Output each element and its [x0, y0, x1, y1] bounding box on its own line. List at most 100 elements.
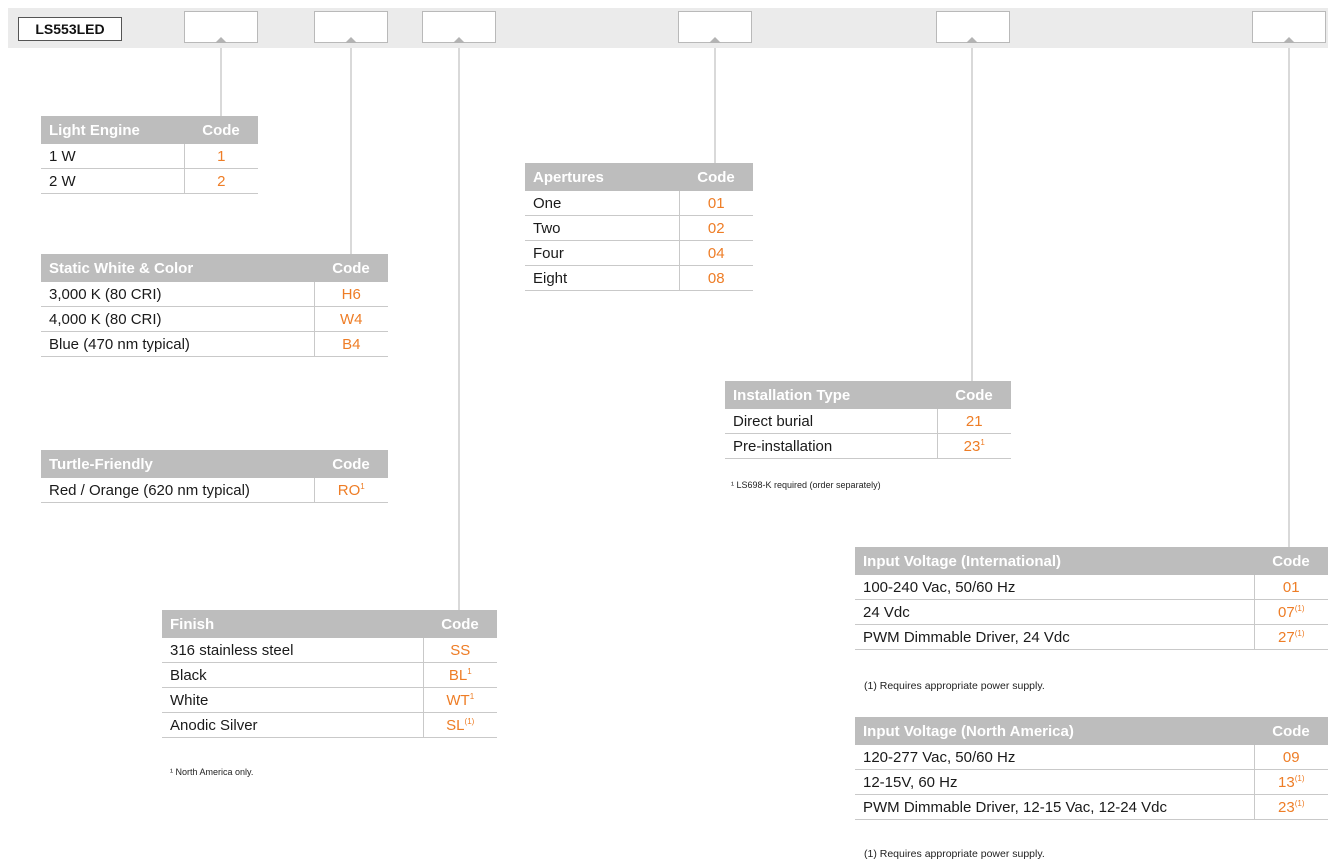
arrow-up-icon	[345, 37, 357, 43]
finish-table: Finish Code 316 stainless steel SS Black…	[162, 610, 497, 738]
column-header: Code	[184, 116, 258, 144]
voltage-north-america-footnote: (1) Requires appropriate power supply.	[864, 848, 1045, 860]
column-header: Code	[314, 450, 388, 478]
option-code: 09	[1253, 745, 1328, 770]
finish-footnote: ¹ North America only.	[170, 767, 254, 777]
option-label: Direct burial	[725, 409, 937, 434]
table-row: 100-240 Vac, 50/60 Hz 01	[855, 575, 1328, 600]
arrow-up-icon	[709, 37, 721, 43]
column-header: Installation Type	[725, 381, 937, 409]
table-row: Black BL1	[162, 662, 497, 688]
table-row: White WT1	[162, 687, 497, 713]
option-label: PWM Dimmable Driver, 12-15 Vac, 12-24 Vd…	[855, 794, 1254, 820]
option-code: RO1	[313, 478, 388, 503]
light-engine-table: Light Engine Code 1 W 1 2 W 2	[41, 116, 258, 194]
option-label: 3,000 K (80 CRI)	[41, 282, 314, 307]
option-label: 316 stainless steel	[162, 638, 423, 663]
table-row: 24 Vdc 07(1)	[855, 599, 1328, 625]
model-number: LS553LED	[18, 17, 122, 41]
table-row: Red / Orange (620 nm typical) RO1	[41, 478, 388, 503]
table-row: Four 04	[525, 240, 753, 266]
table-row: PWM Dimmable Driver, 24 Vdc 27(1)	[855, 624, 1328, 650]
option-label: Pre-installation	[725, 433, 937, 459]
installation-type-table: Installation Type Code Direct burial 21 …	[725, 381, 1011, 459]
option-code: SS	[422, 638, 497, 663]
option-label: 2 W	[41, 168, 184, 194]
table-row: 2 W 2	[41, 168, 258, 194]
option-code: 04	[678, 240, 753, 266]
column-header: Code	[679, 163, 753, 191]
option-label: One	[525, 191, 679, 216]
column-header: Code	[423, 610, 497, 638]
column-header: Code	[1254, 547, 1328, 575]
table-row: 4,000 K (80 CRI) W4	[41, 306, 388, 332]
option-label: PWM Dimmable Driver, 24 Vdc	[855, 624, 1254, 650]
table-row: 316 stainless steel SS	[162, 638, 497, 663]
option-code: 13(1)	[1253, 769, 1328, 795]
option-label: 24 Vdc	[855, 599, 1254, 625]
arrow-up-icon	[453, 37, 465, 43]
table-row: Eight 08	[525, 265, 753, 291]
input-voltage-north-america-table: Input Voltage (North America) Code 120-2…	[855, 717, 1328, 820]
option-code: 23(1)	[1253, 794, 1328, 820]
input-voltage-international-table: Input Voltage (International) Code 100-2…	[855, 547, 1328, 650]
table-row: Two 02	[525, 215, 753, 241]
option-code: 08	[678, 265, 753, 291]
option-code: 27(1)	[1253, 624, 1328, 650]
option-label: Eight	[525, 265, 679, 291]
table-row: Anodic Silver SL(1)	[162, 712, 497, 738]
column-header: Code	[314, 254, 388, 282]
option-code: 02	[678, 215, 753, 241]
option-code: SL(1)	[422, 712, 497, 738]
table-row: 120-277 Vac, 50/60 Hz 09	[855, 745, 1328, 770]
static-white-table: Static White & Color Code 3,000 K (80 CR…	[41, 254, 388, 357]
option-label: Black	[162, 662, 423, 688]
arrow-up-icon	[966, 37, 978, 43]
turtle-friendly-table: Turtle-Friendly Code Red / Orange (620 n…	[41, 450, 388, 503]
option-code: 231	[936, 433, 1011, 459]
installation-footnote: ¹ LS698-K required (order separately)	[731, 480, 881, 490]
option-label: 1 W	[41, 144, 184, 169]
voltage-international-footnote: (1) Requires appropriate power supply.	[864, 680, 1045, 692]
table-row: Direct burial 21	[725, 409, 1011, 434]
option-code: 01	[1253, 575, 1328, 600]
table-row: 1 W 1	[41, 144, 258, 169]
option-code: H6	[313, 282, 388, 307]
arrow-up-icon	[1283, 37, 1295, 43]
table-row: 3,000 K (80 CRI) H6	[41, 282, 388, 307]
table-row: Pre-installation 231	[725, 433, 1011, 459]
apertures-table: Apertures Code One 01 Two 02 Four 04 Eig…	[525, 163, 753, 291]
option-label: Four	[525, 240, 679, 266]
option-code: W4	[313, 306, 388, 332]
table-row: PWM Dimmable Driver, 12-15 Vac, 12-24 Vd…	[855, 794, 1328, 820]
column-header: Static White & Color	[41, 254, 314, 282]
option-code: BL1	[422, 662, 497, 688]
column-header: Code	[1254, 717, 1328, 745]
option-label: 100-240 Vac, 50/60 Hz	[855, 575, 1254, 600]
option-label: Red / Orange (620 nm typical)	[41, 478, 314, 503]
column-header: Input Voltage (North America)	[855, 717, 1254, 745]
option-code: 2	[183, 168, 258, 194]
arrow-up-icon	[215, 37, 227, 43]
column-header: Finish	[162, 610, 423, 638]
table-row: One 01	[525, 191, 753, 216]
option-label: White	[162, 687, 423, 713]
column-header: Code	[937, 381, 1011, 409]
option-label: 12-15V, 60 Hz	[855, 769, 1254, 795]
table-row: Blue (470 nm typical) B4	[41, 331, 388, 357]
option-code: 07(1)	[1253, 599, 1328, 625]
option-code: 1	[183, 144, 258, 169]
option-code: 01	[678, 191, 753, 216]
option-code: 21	[936, 409, 1011, 434]
option-code: B4	[313, 331, 388, 357]
column-header: Light Engine	[41, 116, 184, 144]
option-label: Blue (470 nm typical)	[41, 331, 314, 357]
column-header: Turtle-Friendly	[41, 450, 314, 478]
table-row: 12-15V, 60 Hz 13(1)	[855, 769, 1328, 795]
option-label: 120-277 Vac, 50/60 Hz	[855, 745, 1254, 770]
option-code: WT1	[422, 687, 497, 713]
option-label: 4,000 K (80 CRI)	[41, 306, 314, 332]
column-header: Apertures	[525, 163, 679, 191]
column-header: Input Voltage (International)	[855, 547, 1254, 575]
option-label: Anodic Silver	[162, 712, 423, 738]
